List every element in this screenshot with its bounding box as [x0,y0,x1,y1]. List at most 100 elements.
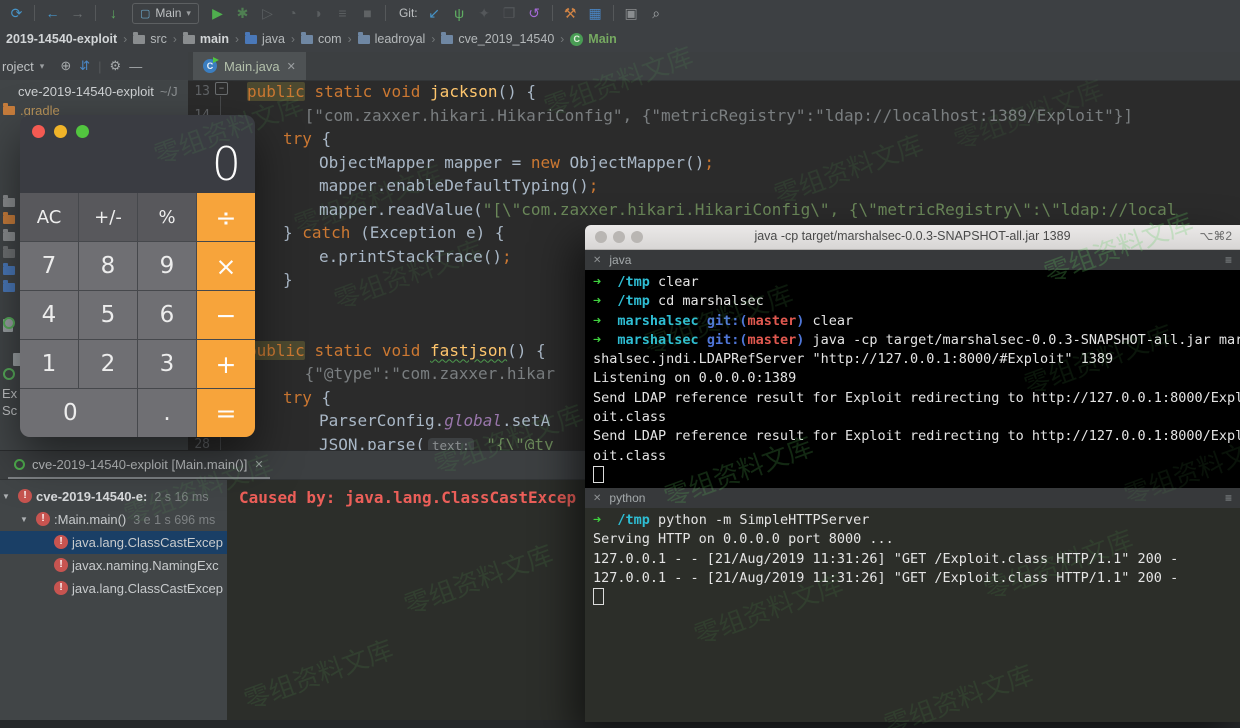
calc-button-.[interactable]: . [138,389,196,437]
tab-main-java[interactable]: C Main.java ✕ [193,52,306,80]
sync-icon[interactable]: ⟳ [4,0,29,26]
run-window-icon[interactable]: ▣ [619,0,644,26]
git-commit-icon[interactable]: ψ [447,0,472,26]
calc-button-9[interactable]: 9 [138,242,196,290]
calc-button-=[interactable]: = [197,389,255,437]
run-tree-row[interactable]: !java.lang.ClassCastExcep [0,577,227,600]
code-token [372,341,382,360]
settings-icon[interactable]: ⚙ [110,58,122,74]
device-manager-icon[interactable]: ▦ [583,0,608,26]
run-error-tree[interactable]: ▼!cve-2019-14540-e:2 s 16 ms▼!:Main.main… [0,480,227,728]
calc-button-×[interactable]: × [197,242,255,290]
debug-icon[interactable]: ✱ [230,0,255,26]
run-tree-row[interactable]: ▼!:Main.main()3 e 1 s 696 ms [0,508,227,531]
breadcrumb-item-2019-14540-exploit[interactable]: 2019-14540-exploit [4,32,119,46]
toolbar-separator [552,5,553,21]
menu-icon[interactable]: ≡ [1225,253,1232,267]
project-panel-title[interactable]: roject [2,59,34,74]
minimize-button[interactable] [54,125,67,138]
tree-item-external-libraries[interactable]: Ex [2,386,17,401]
calc-button-%[interactable]: % [138,193,196,241]
git-update-icon[interactable]: ↙ [422,0,447,26]
breadcrumb: 2019-14540-exploit›src›main›java›com›lea… [0,26,1240,53]
git-compare-icon[interactable]: ❐ [497,0,522,26]
profiler-snapshot-icon[interactable]: ◑ [305,0,330,26]
terminal-title-bar[interactable]: java -cp target/marshalsec-0.0.3-SNAPSHO… [585,225,1240,250]
breadcrumb-item-java[interactable]: java [243,32,287,46]
stop-icon[interactable]: ■ [355,0,380,26]
close-icon[interactable]: ✕ [287,60,296,73]
run-coverage-icon[interactable]: ▷ [255,0,280,26]
folder-icon [3,106,15,115]
menu-icon[interactable]: ≡ [1225,491,1232,505]
collapse-all-icon[interactable]: ⇵ [79,58,90,74]
terminal-tab-python[interactable]: ✕ python ≡ [585,488,1240,508]
breadcrumb-item-cve_2019_14540[interactable]: cve_2019_14540 [439,32,556,46]
calc-button-5[interactable]: 5 [79,291,137,339]
terminal-pane-java[interactable]: ➜ /tmp clear➜ /tmp cd marshalsec➜ marsha… [585,270,1240,488]
gradle-icon [3,368,15,380]
calc-button-AC[interactable]: AC [20,193,78,241]
code-token: ; [502,247,512,266]
breadcrumb-item-src[interactable]: src [131,32,169,46]
tab-run-main[interactable]: cve-2019-14540-exploit [Main.main()] ✕ [8,451,270,479]
calc-button-6[interactable]: 6 [138,291,196,339]
profiler-icon[interactable]: ◔ [280,0,305,26]
close-icon[interactable]: ✕ [593,255,601,266]
terminal-pane-python[interactable]: ➜ /tmp python -m SimpleHTTPServerServing… [585,508,1240,722]
calc-button-3[interactable]: 3 [138,340,196,388]
calculator-window[interactable]: 0 AC+/-%÷789×456−123+0.= [20,115,255,437]
code-token: {"@type":"com.zaxxer.hikar [305,364,555,383]
search-icon[interactable]: ⌕ [644,0,669,26]
breadcrumb-item-main[interactable]: main [181,32,231,46]
breadcrumb-item-Main[interactable]: CMain [568,32,618,46]
calc-button-÷[interactable]: ÷ [197,193,255,241]
calc-button-7[interactable]: 7 [20,242,78,290]
code-token: "{\"@ty [486,435,553,451]
run-icon[interactable]: ▶ [205,0,230,26]
expand-arrow-icon[interactable]: ▼ [20,508,28,531]
terminal-tab-java[interactable]: ✕ java ≡ [585,250,1240,270]
hide-panel-icon[interactable]: — [129,59,142,74]
back-icon[interactable]: ← [40,0,65,26]
toolbox-icon[interactable]: ⚒ [558,0,583,26]
close-icon[interactable]: ✕ [593,493,601,504]
project-root-row[interactable]: cve-2019-14540-exploit~/J [0,80,188,99]
calc-button-+[interactable]: + [197,340,255,388]
calc-button-+/-[interactable]: +/- [79,193,137,241]
run-tree-label: cve-2019-14540-e: [36,489,147,504]
terminal-text [601,313,617,329]
run-dashboard-icon[interactable]: ≡ [330,0,355,26]
run-config-selector[interactable]: ▢Main▾ [132,3,199,24]
error-icon: ! [18,489,32,503]
annotate-icon[interactable]: ↓ [101,0,126,26]
code-token: new [531,153,560,172]
tree-item-scratches[interactable]: Sc [2,403,17,418]
close-button[interactable] [32,125,45,138]
run-tree-row[interactable]: !javax.naming.NamingExc [0,554,227,577]
breadcrumb-item-com[interactable]: com [299,32,344,46]
run-tree-label: java.lang.ClassCastExcep [72,535,223,550]
run-tree-row[interactable]: !java.lang.ClassCastExcep [0,531,227,554]
code-token: JSON.parse( [319,435,425,451]
forward-icon[interactable]: → [65,0,90,26]
terminal-tab-label: java [609,253,631,267]
code-token [305,82,315,101]
chevron-down-icon[interactable]: ▾ [40,61,45,72]
calc-button-8[interactable]: 8 [79,242,137,290]
calc-button-2[interactable]: 2 [79,340,137,388]
locate-icon[interactable]: ⊕ [60,58,71,74]
close-icon[interactable]: ✕ [254,458,263,471]
calc-button-1[interactable]: 1 [20,340,78,388]
project-root-label: cve-2019-14540-exploit [18,84,154,99]
expand-arrow-icon[interactable]: ▼ [2,485,10,508]
git-push-icon[interactable]: ✦ [472,0,497,26]
calc-button-0[interactable]: 0 [20,389,137,437]
calc-button-−[interactable]: − [197,291,255,339]
code-token: () { [507,341,546,360]
breadcrumb-item-leadroyal[interactable]: leadroyal [356,32,428,46]
calc-button-4[interactable]: 4 [20,291,78,339]
run-tree-row[interactable]: ▼!cve-2019-14540-e:2 s 16 ms [0,485,227,508]
git-rollback-icon[interactable]: ↺ [522,0,547,26]
zoom-button[interactable] [76,125,89,138]
